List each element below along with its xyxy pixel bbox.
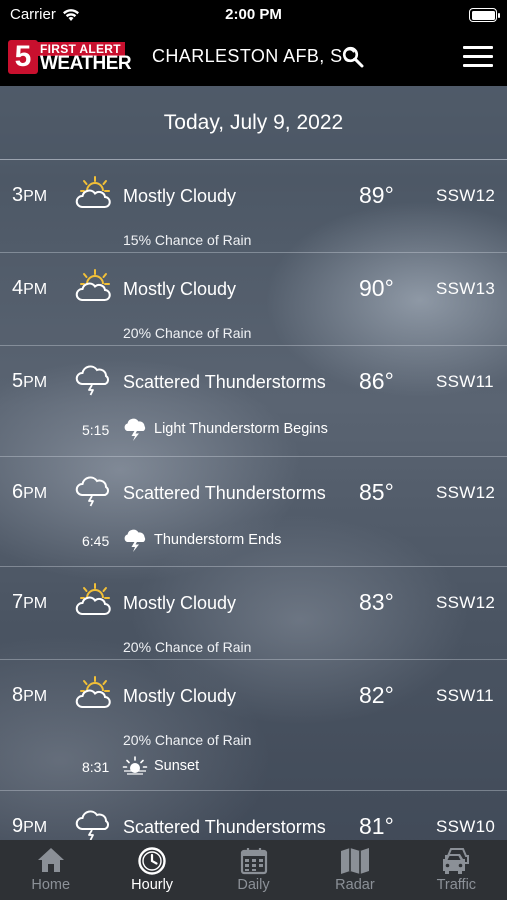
hour-time: 5PM (12, 370, 47, 393)
tab-radar-label: Radar (335, 877, 375, 893)
logo-channel-number: 5 (8, 40, 38, 74)
rain-chance: 15% Chance of Rain (123, 232, 252, 248)
home-icon (37, 848, 64, 872)
wind-value: SSW10 (436, 817, 496, 836)
hour-time: 3PM (12, 184, 47, 207)
tab-daily-label: Daily (237, 877, 270, 893)
hour-number: 9 (12, 815, 24, 837)
wind-value: SSW12 (436, 593, 496, 612)
hour-time: 9PM (12, 815, 47, 838)
event-time: 8:31 (82, 759, 110, 775)
temperature: 90° (359, 275, 394, 301)
tab-home[interactable]: Home (0, 840, 101, 900)
condition-label: Mostly Cloudy (123, 186, 237, 206)
hour-number: 8 (12, 684, 24, 706)
temperature: 81° (359, 813, 394, 839)
hour-ampm: PM (23, 595, 48, 612)
hour-time: 4PM (12, 277, 47, 300)
car-icon (443, 848, 470, 874)
event-time: 6:45 (82, 533, 110, 549)
bottom-tab-bar: Home Hourly Daily Radar Traffic (0, 840, 507, 900)
partly-cloudy-icon (74, 676, 112, 710)
condition-label: Scattered Thunderstorms (123, 483, 326, 503)
hour-time: 8PM (12, 684, 47, 707)
tab-home-label: Home (31, 877, 71, 893)
tab-hourly[interactable]: Hourly (101, 840, 202, 900)
station-logo[interactable]: 5 FIRST ALERT WEATHER (8, 40, 132, 74)
event-time: 5:15 (82, 422, 110, 438)
lightning-cloud-icon (122, 528, 148, 552)
hour-number: 6 (12, 481, 24, 503)
temperature: 89° (359, 182, 394, 208)
app-header: 5 FIRST ALERT WEATHER CHARLESTON AFB, SC (0, 30, 507, 86)
hamburger-menu-icon[interactable] (463, 44, 495, 70)
temperature: 82° (359, 682, 394, 708)
map-icon (340, 848, 369, 874)
partly-cloudy-icon (74, 583, 112, 617)
event-label: Thunderstorm Ends (154, 532, 282, 548)
event-label: Light Thunderstorm Begins (154, 421, 328, 437)
hour-row[interactable]: 3PM Mostly Cloudy 89° SSW12 15% Chance of Ra… (0, 160, 507, 253)
battery-icon (469, 8, 500, 22)
calendar-icon (240, 848, 267, 875)
hour-row[interactable]: 4PM Mostly Cloudy 90° SSW13 20% Chance of Ra… (0, 253, 507, 346)
thunderstorm-cloud-icon (74, 362, 112, 396)
wind-value: SSW11 (436, 372, 494, 391)
hour-number: 3 (12, 184, 24, 206)
clock-icon (138, 847, 166, 875)
rain-chance: 20% Chance of Rain (123, 732, 252, 748)
temperature: 83° (359, 589, 394, 615)
hour-time: 6PM (12, 481, 47, 504)
temperature: 86° (359, 368, 394, 394)
hour-ampm: PM (23, 188, 48, 205)
event-label: Sunset (154, 758, 200, 774)
thunderstorm-cloud-icon (74, 807, 112, 841)
hour-row[interactable]: 6PM Scattered Thunderstorms 85° SSW12 6:45 Th… (0, 457, 507, 567)
hour-number: 7 (12, 591, 24, 613)
hour-ampm: PM (23, 485, 48, 502)
hour-ampm: PM (23, 281, 48, 298)
tab-radar[interactable]: Radar (304, 840, 405, 900)
status-time: 2:00 PM (225, 6, 282, 23)
wind-value: SSW12 (436, 186, 496, 205)
search-icon[interactable] (342, 46, 364, 68)
hour-row[interactable]: 7PM Mostly Cloudy 83° SSW12 20% Chance of Ra… (0, 567, 507, 660)
hour-row[interactable]: 8PM Mostly Cloudy 82° SSW11 20% Chance of Ra… (0, 660, 507, 791)
condition-label: Mostly Cloudy (123, 593, 237, 613)
partly-cloudy-icon (74, 176, 112, 210)
hour-row[interactable]: 5PM Scattered Thunderstorms 86° SSW11 5:15 Li… (0, 346, 507, 457)
hour-ampm: PM (23, 374, 48, 391)
hour-ampm: PM (23, 819, 48, 836)
thunderstorm-cloud-icon (74, 473, 112, 507)
tab-traffic-label: Traffic (436, 877, 477, 893)
condition-label: Mostly Cloudy (123, 279, 237, 299)
wind-value: SSW13 (436, 279, 496, 298)
hour-ampm: PM (23, 688, 48, 705)
app-screen: Carrier 2:00 PM 5 FIRST ALERT WEATHER CH… (0, 0, 507, 900)
partly-cloudy-icon (74, 269, 112, 303)
condition-label: Scattered Thunderstorms (123, 372, 326, 392)
tab-traffic[interactable]: Traffic (406, 840, 507, 900)
date-header: Today, July 9, 2022 (0, 86, 507, 160)
hour-time: 7PM (12, 591, 47, 614)
location-label[interactable]: CHARLESTON AFB, SC (152, 46, 356, 67)
logo-weather: WEATHER (40, 53, 132, 74)
sunset-icon (122, 754, 148, 778)
tab-hourly-label: Hourly (131, 877, 174, 893)
condition-label: Scattered Thunderstorms (123, 817, 326, 837)
status-bar: Carrier 2:00 PM (0, 0, 507, 30)
condition-label: Mostly Cloudy (123, 686, 237, 706)
rain-chance: 20% Chance of Rain (123, 325, 252, 341)
tab-daily[interactable]: Daily (203, 840, 304, 900)
rain-chance: 20% Chance of Rain (123, 639, 252, 655)
hour-number: 5 (12, 370, 24, 392)
temperature: 85° (359, 479, 394, 505)
lightning-cloud-icon (122, 417, 148, 441)
hour-number: 4 (12, 277, 24, 299)
wind-value: SSW11 (436, 686, 494, 705)
wind-value: SSW12 (436, 483, 496, 502)
